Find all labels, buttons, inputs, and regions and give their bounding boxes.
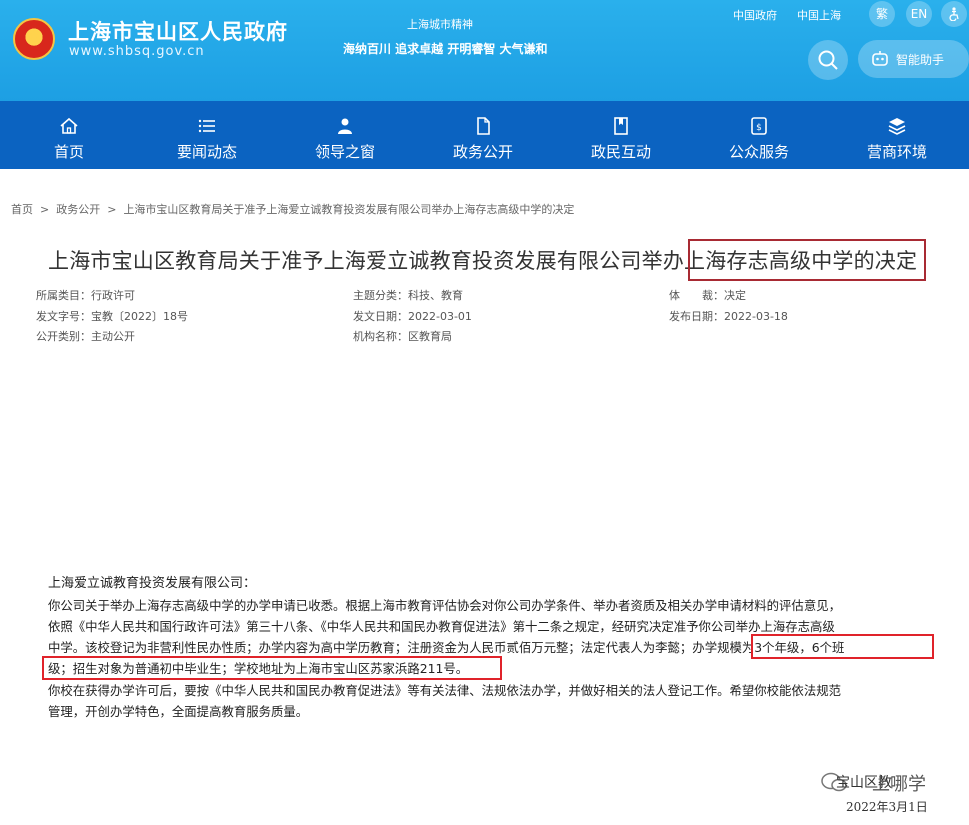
meta-publish-date: 发布日期：2022-03-18 (669, 308, 788, 324)
service-icon: $ (751, 117, 767, 135)
site-header: ★ 上海市宝山区人民政府 www.shbsq.gov.cn 上海城市精神 海纳百… (0, 0, 969, 101)
breadcrumb-separator: > (103, 203, 120, 216)
nav-label-public-service: 公众服务 (728, 143, 789, 161)
meta-topic-value: 科技、教育 (408, 289, 463, 302)
link-china-shanghai[interactable]: 中国上海 (797, 7, 841, 23)
site-name[interactable]: 上海市宝山区人民政府 (68, 16, 288, 46)
nav-label-home: 首页 (53, 143, 84, 161)
body-paragraph-line: 你公司关于举办上海存志高级中学的办学申请已收悉。根据上海市教育评估协会对你公司办… (48, 598, 841, 613)
body-paragraph-line: 你校在获得办学许可后，要按《中华人民共和国民办教育促进法》等有关法律、法规依法办… (48, 683, 841, 698)
breadcrumb-separator: > (36, 203, 53, 216)
english-button[interactable]: EN (906, 1, 932, 27)
meta-doc-no-label: 发文字号： (36, 310, 91, 323)
meta-issue-date-label: 发文日期： (353, 310, 408, 323)
nav-item-home[interactable]: 首页 (0, 101, 138, 169)
body-paragraph-line: 依照《中华人民共和国行政许可法》第三十八条、《中华人民共和国民办教育促进法》第十… (48, 619, 835, 634)
city-spirit-text: 海纳百川 追求卓越 开明睿智 大气谦和 (343, 42, 548, 56)
nav-item-gov-affairs[interactable]: 政务公开 (414, 101, 552, 169)
watermark-account: 上哪学 (872, 774, 926, 795)
title-highlight-box (688, 239, 926, 281)
bookmark-icon (614, 117, 628, 135)
robot-icon (872, 51, 888, 66)
meta-category: 所属类目：行政许可 (36, 287, 135, 303)
document-icon (477, 117, 490, 135)
meta-disclosure: 公开类别：主动公开 (36, 328, 135, 344)
meta-org-value: 区教育局 (408, 330, 452, 343)
meta-genre: 体 裁：决定 (669, 287, 746, 303)
search-button[interactable] (808, 40, 848, 80)
highlight-box-scale (751, 634, 934, 659)
meta-doc-no-value: 宝教〔2022〕18号 (91, 310, 188, 323)
meta-publish-date-value: 2022-03-18 (724, 310, 788, 323)
meta-category-label: 所属类目： (36, 289, 91, 302)
nav-label-business: 营商环境 (866, 143, 927, 161)
document-date: 2022年3月1日 (846, 800, 928, 814)
national-emblem-icon[interactable]: ★ (13, 18, 55, 60)
smart-assistant-label: 智能助手 (896, 53, 945, 67)
layers-icon (888, 118, 906, 135)
meta-org: 机构名称：区教育局 (353, 328, 452, 344)
nav-item-leaders[interactable]: 领导之窗 (276, 101, 414, 169)
breadcrumb-gov-affairs[interactable]: 政务公开 (56, 203, 100, 216)
accessibility-icon[interactable] (941, 1, 967, 27)
nav-label-interaction: 政民互动 (590, 143, 651, 161)
traditional-chinese-button[interactable]: 繁 (869, 1, 895, 27)
body-salutation: 上海爱立诚教育投资发展有限公司： (48, 576, 257, 591)
person-icon (338, 118, 352, 134)
nav-item-interaction[interactable]: 政民互动 (552, 101, 690, 169)
svg-text:$: $ (756, 123, 762, 133)
breadcrumb-current: 上海市宝山区教育局关于准予上海爱立诚教育投资发展有限公司举办上海存志高级中学的决… (123, 203, 575, 216)
body-paragraph-line: 管理，开创办学特色，全面提高教育服务质量。 (48, 704, 309, 719)
meta-issue-date-value: 2022-03-01 (408, 310, 472, 323)
city-spirit-title: 上海城市精神 (407, 18, 473, 31)
nav-label-leaders: 领导之窗 (314, 143, 375, 161)
meta-disclosure-value: 主动公开 (91, 330, 135, 343)
meta-genre-label: 体 裁： (669, 289, 724, 302)
meta-doc-no: 发文字号：宝教〔2022〕18号 (36, 308, 188, 324)
list-icon (198, 119, 215, 133)
smart-assistant-button[interactable]: 智能助手 (858, 40, 969, 78)
site-url[interactable]: www.shbsq.gov.cn (69, 44, 205, 59)
meta-org-label: 机构名称： (353, 330, 408, 343)
breadcrumb-home[interactable]: 首页 (11, 203, 33, 216)
search-icon (818, 50, 838, 70)
breadcrumb: 首页 > 政务公开 > 上海市宝山区教育局关于准予上海爱立诚教育投资发展有限公司… (11, 201, 574, 217)
body-paragraph-line: 中学。该校登记为非营利性民办性质；办学内容为高中学历教育；注册资金为人民币贰佰万… (48, 640, 845, 655)
meta-topic-label: 主题分类： (353, 289, 408, 302)
link-china-gov[interactable]: 中国政府 (733, 7, 777, 23)
highlight-box-address (42, 656, 502, 680)
meta-genre-value: 决定 (724, 289, 746, 302)
meta-category-value: 行政许可 (91, 289, 135, 302)
meta-disclosure-label: 公开类别： (36, 330, 91, 343)
meta-publish-date-label: 发布日期： (669, 310, 724, 323)
nav-label-gov-affairs: 政务公开 (452, 143, 513, 161)
nav-item-public-service[interactable]: $ 公众服务 (690, 101, 828, 169)
main-nav: 首页 要闻动态 领导之窗 政务公开 政民互动 $ 公众服务 营商环境 (0, 101, 969, 169)
nav-item-news[interactable]: 要闻动态 (138, 101, 276, 169)
nav-item-business[interactable]: 营商环境 (828, 101, 966, 169)
meta-issue-date: 发文日期：2022-03-01 (353, 308, 472, 324)
meta-topic: 主题分类：科技、教育 (353, 287, 463, 303)
nav-label-news: 要闻动态 (176, 143, 237, 161)
home-icon (60, 117, 78, 134)
